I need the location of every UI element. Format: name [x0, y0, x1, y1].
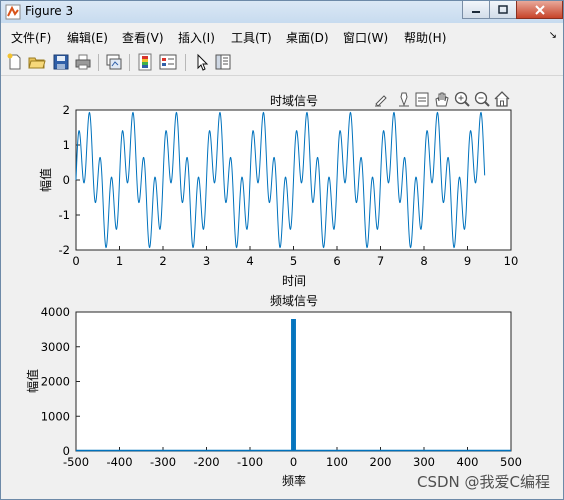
freq-axes-title: 频域信号 — [270, 294, 318, 308]
x-tick-label: 0 — [72, 254, 79, 268]
x-tick-label: 6 — [333, 254, 340, 268]
title-bar[interactable]: Figure 3 — [1, 1, 563, 23]
freq-axes-xlabel: 频率 — [282, 473, 306, 488]
edit-plot-arrow-icon[interactable] — [193, 53, 211, 71]
x-tick-label: 10 — [504, 254, 519, 268]
zoom-out-icon[interactable] — [474, 91, 490, 107]
time-axes-xlabel: 时间 — [282, 274, 306, 288]
y-tick-label: 4000 — [41, 305, 70, 319]
pan-icon[interactable] — [435, 92, 449, 107]
menu-tools[interactable]: 工具(T) — [231, 29, 272, 46]
window-title: Figure 3 — [25, 4, 74, 18]
insert-legend-icon[interactable] — [159, 53, 177, 71]
x-tick-label: 100 — [326, 455, 348, 469]
x-tick-label: 1 — [116, 254, 123, 268]
zoom-in-icon[interactable] — [454, 91, 470, 107]
figure-window: Figure 3 文件(F) 编辑(E) 查看(V) 插入(I) 工具(T) 桌… — [0, 0, 564, 500]
time-axes-ylabel: 幅值 — [38, 168, 53, 192]
figure-toolbar — [1, 49, 563, 76]
freq-axes-ylabel: 幅值 — [25, 369, 40, 393]
y-tick-label: 3000 — [41, 340, 70, 354]
minimize-button[interactable] — [462, 1, 490, 19]
y-tick-label: 1 — [63, 138, 70, 152]
open-file-icon[interactable] — [28, 53, 46, 71]
x-tick-label: 8 — [420, 254, 427, 268]
print-icon[interactable] — [74, 53, 92, 71]
close-button[interactable] — [516, 1, 563, 19]
time-axes-title: 时域信号 — [270, 94, 318, 108]
x-tick-label: -400 — [106, 455, 132, 469]
y-tick-label: 0 — [63, 444, 70, 458]
x-tick-label: 4 — [246, 254, 253, 268]
menu-bar: 文件(F) 编辑(E) 查看(V) 插入(I) 工具(T) 桌面(D) 窗口(W… — [1, 25, 563, 47]
matlab-figure-icon — [5, 4, 21, 20]
plots-svg[interactable]: 时域信号 时间 幅值 0 1 2 3 4 5 6 7 8 9 10 -2-1012 频域信 — [3, 79, 561, 495]
x-tick-label: -300 — [150, 455, 176, 469]
x-tick-label: 400 — [457, 455, 479, 469]
x-tick-label: 0 — [290, 455, 297, 469]
property-inspector-icon[interactable] — [214, 53, 232, 71]
y-tick-label: 1000 — [41, 409, 70, 423]
restore-view-icon[interactable] — [415, 92, 429, 107]
menu-edit[interactable]: 编辑(E) — [67, 29, 108, 46]
data-tips-icon[interactable] — [399, 92, 409, 107]
x-tick-label: 300 — [413, 455, 435, 469]
x-tick-label: 500 — [500, 455, 522, 469]
time-domain-axes[interactable]: 时域信号 时间 幅值 0 1 2 3 4 5 6 7 8 9 10 -2 -1 0 1 2 — [38, 94, 518, 288]
menu-file[interactable]: 文件(F) — [11, 29, 51, 46]
y-tick-label: 0 — [63, 173, 70, 187]
watermark: CSDN @我爱C编程 — [416, 473, 550, 491]
maximize-icon — [498, 5, 508, 14]
y-tick-label: -1 — [59, 208, 70, 222]
maximize-button[interactable] — [489, 1, 517, 19]
link-plot-icon[interactable] — [105, 53, 123, 71]
x-tick-label: 7 — [377, 254, 384, 268]
x-tick-label: -200 — [193, 455, 219, 469]
y-tick-label: -2 — [59, 243, 70, 257]
x-tick-label: 2 — [159, 254, 166, 268]
y-tick-label: 2000 — [41, 375, 70, 389]
y-tick-label: 2 — [63, 103, 70, 117]
axes-toolbar — [375, 91, 510, 107]
menu-view[interactable]: 查看(V) — [122, 29, 164, 46]
x-tick-label: 3 — [203, 254, 210, 268]
menu-help[interactable]: 帮助(H) — [404, 29, 446, 46]
x-tick-label: 9 — [464, 254, 471, 268]
x-tick-label: 5 — [290, 254, 297, 268]
frequency-domain-axes[interactable]: 频域信号 频率 幅值 -500 -400 -300 -200 -100 0 100 200 30… — [25, 294, 522, 488]
toolbar-separator — [98, 54, 99, 71]
figure-canvas[interactable]: 时域信号 时间 幅值 0 1 2 3 4 5 6 7 8 9 10 -2 -1 0 1 2 频域信 — [3, 79, 561, 495]
home-icon[interactable] — [494, 91, 510, 107]
brush-icon[interactable] — [375, 95, 387, 107]
menu-overflow-arrow[interactable]: ↘ — [549, 30, 557, 41]
menu-desktop[interactable]: 桌面(D) — [286, 29, 329, 46]
toolbar-separator — [129, 54, 130, 71]
menu-window[interactable]: 窗口(W) — [343, 29, 388, 46]
x-tick-label: -100 — [237, 455, 263, 469]
minimize-icon — [472, 10, 480, 13]
menu-insert[interactable]: 插入(I) — [178, 29, 215, 46]
insert-colorbar-icon[interactable] — [136, 53, 154, 71]
new-figure-icon[interactable] — [6, 53, 24, 71]
x-tick-label: 200 — [370, 455, 392, 469]
save-icon[interactable] — [52, 53, 70, 71]
close-icon — [534, 4, 545, 15]
toolbar-separator — [185, 54, 186, 71]
freq-y-ticks: 0 1000 2000 3000 4000 — [41, 305, 80, 458]
